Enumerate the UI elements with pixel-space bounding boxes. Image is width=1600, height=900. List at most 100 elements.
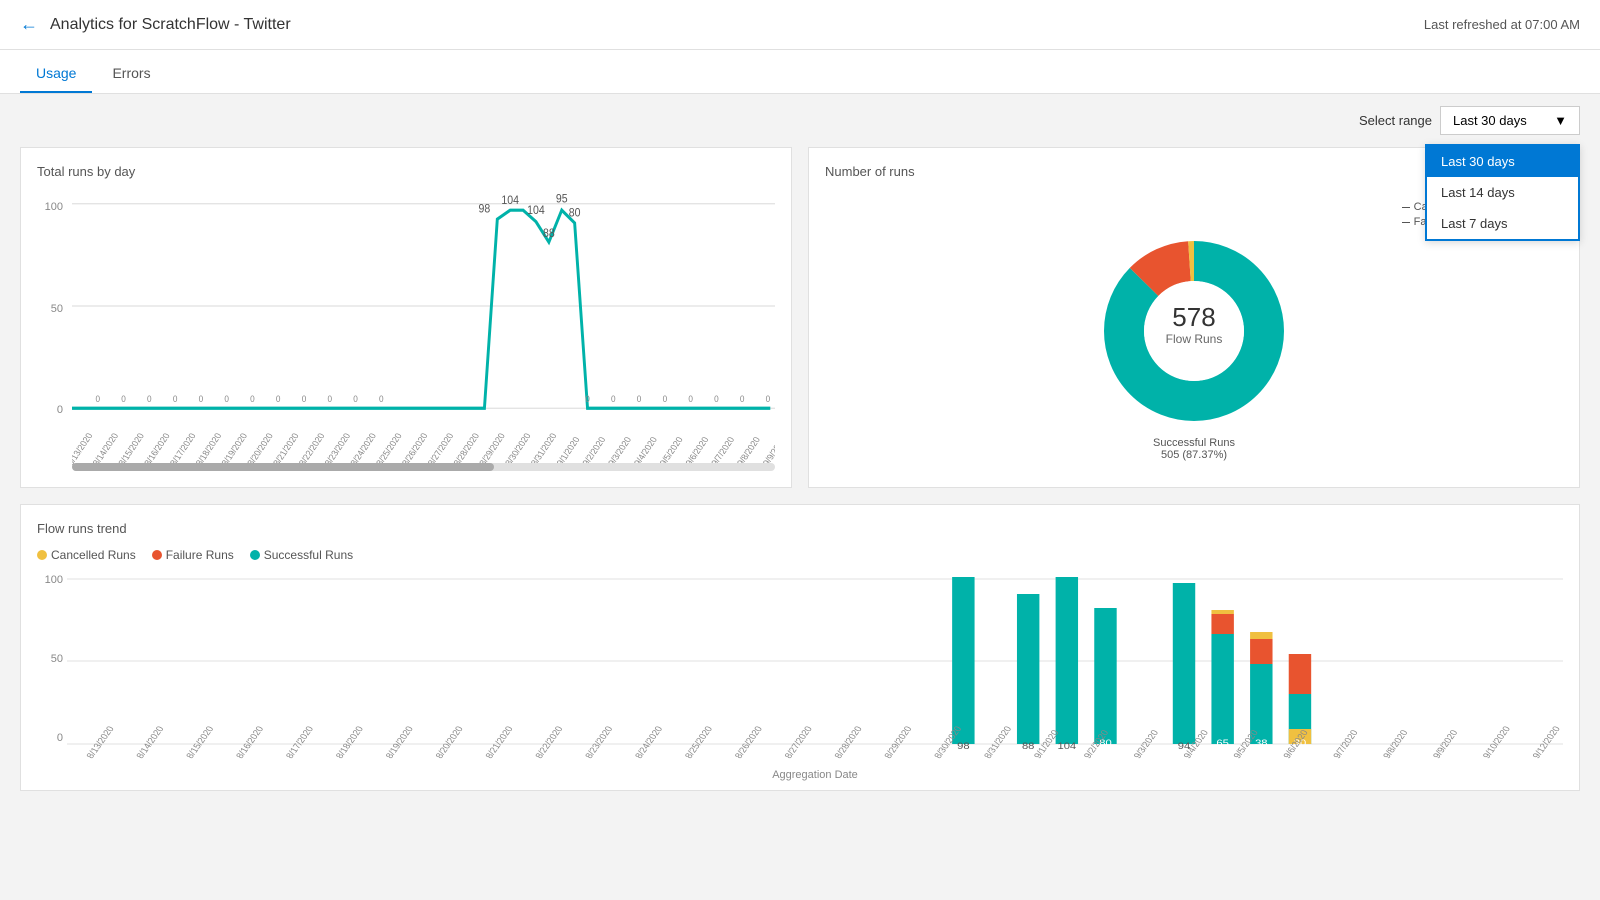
bar-chart-container: 100 50 0 98 bbox=[37, 574, 1563, 774]
x-axis-label: Aggregation Date bbox=[67, 769, 1563, 781]
bar-y-100: 100 bbox=[45, 574, 63, 586]
tabs-bar: Usage Errors bbox=[0, 50, 1600, 94]
svg-text:104: 104 bbox=[1057, 742, 1076, 752]
trend-legend: Cancelled Runs Failure Runs Successful R… bbox=[37, 548, 1563, 562]
bar-821 bbox=[952, 577, 974, 744]
line-chart-svg: 98 104 104 88 95 80 0 0 0 0 0 0 0 0 0 bbox=[72, 191, 775, 421]
scrollbar-track[interactable] bbox=[72, 463, 775, 471]
bar-829 bbox=[1094, 608, 1116, 744]
svg-text:98: 98 bbox=[957, 742, 970, 752]
bar-827 bbox=[1017, 594, 1039, 744]
svg-text:8/16/2020: 8/16/2020 bbox=[234, 725, 266, 760]
tab-usage[interactable]: Usage bbox=[20, 55, 92, 93]
svg-text:0: 0 bbox=[147, 393, 152, 403]
y-label-50: 50 bbox=[51, 303, 63, 315]
svg-text:8/25/2020: 8/25/2020 bbox=[683, 725, 715, 760]
svg-text:0: 0 bbox=[199, 393, 204, 403]
svg-text:9/10/2020: 9/10/2020 bbox=[1481, 725, 1513, 760]
svg-text:8/18/2020: 8/18/2020 bbox=[334, 725, 366, 760]
svg-text:8/23/2020: 8/23/2020 bbox=[583, 725, 615, 760]
last-refreshed-label: Last refreshed at 07:00 AM bbox=[1424, 17, 1580, 32]
failure-legend-line bbox=[1402, 222, 1410, 223]
charts-row-1: Total runs by day 100 50 0 bbox=[20, 147, 1580, 488]
dropdown-selected-value: Last 30 days bbox=[1453, 113, 1527, 128]
svg-text:Flow Runs: Flow Runs bbox=[1166, 332, 1223, 346]
svg-text:0: 0 bbox=[224, 393, 229, 403]
legend-cancelled: Cancelled Runs bbox=[37, 548, 136, 562]
svg-text:8/13/2020: 8/13/2020 bbox=[84, 725, 116, 760]
svg-text:0: 0 bbox=[766, 393, 771, 403]
scrollbar-thumb[interactable] bbox=[72, 463, 494, 471]
successful-label: Successful Runs bbox=[264, 548, 353, 562]
flow-runs-trend-card: Flow runs trend Cancelled Runs Failure R… bbox=[20, 504, 1580, 791]
y-axis-labels: 100 50 0 bbox=[37, 201, 67, 416]
bar-903-s bbox=[1211, 634, 1233, 744]
bar-chart-area: 98 88 104 80 94 bbox=[67, 574, 1563, 774]
chevron-down-icon: ▼ bbox=[1554, 113, 1567, 128]
svg-text:88: 88 bbox=[543, 228, 555, 241]
dropdown-option-30days[interactable]: Last 30 days bbox=[1427, 146, 1578, 177]
failure-label: Failure Runs bbox=[166, 548, 234, 562]
svg-text:80: 80 bbox=[569, 207, 581, 220]
toolbar: Select range Last 30 days ▼ Last 30 days… bbox=[0, 94, 1600, 147]
svg-text:8/20/2020: 8/20/2020 bbox=[433, 725, 465, 760]
svg-text:95: 95 bbox=[556, 193, 568, 206]
y-label-0: 0 bbox=[57, 404, 63, 416]
range-dropdown-menu: Last 30 days Last 14 days Last 7 days bbox=[1425, 144, 1580, 241]
total-runs-chart: Total runs by day 100 50 0 bbox=[20, 147, 792, 488]
svg-text:8/17/2020: 8/17/2020 bbox=[284, 725, 316, 760]
svg-text:0: 0 bbox=[327, 393, 332, 403]
svg-text:8/29/2020: 8/29/2020 bbox=[882, 725, 914, 760]
bar-y-0: 0 bbox=[57, 732, 63, 744]
bar-y-50: 50 bbox=[51, 653, 63, 665]
back-button[interactable]: ← bbox=[20, 14, 38, 35]
bar-904-c bbox=[1250, 632, 1272, 639]
total-runs-title: Total runs by day bbox=[37, 164, 775, 179]
bar-904-f bbox=[1250, 639, 1272, 664]
cancelled-dot bbox=[37, 550, 47, 560]
flow-runs-trend-title: Flow runs trend bbox=[37, 521, 1563, 536]
legend-successful: Successful Runs bbox=[250, 548, 353, 562]
svg-text:38: 38 bbox=[1255, 739, 1268, 749]
svg-text:0: 0 bbox=[276, 393, 281, 403]
successful-label: Successful Runs bbox=[1153, 437, 1235, 449]
svg-text:98: 98 bbox=[479, 203, 491, 216]
svg-text:104: 104 bbox=[527, 205, 545, 218]
svg-text:0: 0 bbox=[379, 393, 384, 403]
svg-text:104: 104 bbox=[501, 194, 519, 207]
legend-failure: Failure Runs bbox=[152, 548, 234, 562]
svg-text:8/26/2020: 8/26/2020 bbox=[733, 725, 765, 760]
svg-text:0: 0 bbox=[353, 393, 358, 403]
svg-text:9/12/2020: 9/12/2020 bbox=[1530, 725, 1562, 760]
cancelled-legend-line bbox=[1402, 207, 1410, 208]
svg-text:0: 0 bbox=[663, 393, 668, 403]
successful-value: 505 (87.37%) bbox=[1161, 449, 1227, 461]
dropdown-option-7days[interactable]: Last 7 days bbox=[1427, 208, 1578, 239]
range-dropdown-button[interactable]: Last 30 days ▼ bbox=[1440, 106, 1580, 135]
svg-text:88: 88 bbox=[1022, 742, 1035, 752]
svg-text:0: 0 bbox=[585, 393, 590, 403]
tab-errors[interactable]: Errors bbox=[96, 55, 166, 93]
svg-text:578: 578 bbox=[1172, 302, 1215, 332]
svg-text:8/24/2020: 8/24/2020 bbox=[633, 725, 665, 760]
svg-text:0: 0 bbox=[95, 393, 100, 403]
bar-828 bbox=[1056, 577, 1078, 744]
bar-905-f bbox=[1289, 654, 1311, 694]
svg-text:8/27/2020: 8/27/2020 bbox=[782, 725, 814, 760]
svg-text:8/19/2020: 8/19/2020 bbox=[383, 725, 415, 760]
svg-text:0: 0 bbox=[714, 393, 719, 403]
select-range-label: Select range bbox=[1359, 113, 1432, 128]
dropdown-option-14days[interactable]: Last 14 days bbox=[1427, 177, 1578, 208]
svg-text:8/31/2020: 8/31/2020 bbox=[982, 725, 1014, 760]
successful-dot bbox=[250, 550, 260, 560]
svg-text:8/15/2020: 8/15/2020 bbox=[184, 725, 216, 760]
svg-text:0: 0 bbox=[302, 393, 307, 403]
bar-902 bbox=[1173, 583, 1195, 744]
svg-text:8/22/2020: 8/22/2020 bbox=[533, 725, 565, 760]
bar-chart-svg: 98 88 104 80 94 bbox=[67, 574, 1563, 764]
svg-text:0: 0 bbox=[121, 393, 126, 403]
main-content: Total runs by day 100 50 0 bbox=[0, 147, 1600, 811]
svg-text:8/28/2020: 8/28/2020 bbox=[832, 725, 864, 760]
bar-chart-y-labels: 100 50 0 bbox=[37, 574, 67, 744]
cancelled-label: Cancelled Runs bbox=[51, 548, 136, 562]
